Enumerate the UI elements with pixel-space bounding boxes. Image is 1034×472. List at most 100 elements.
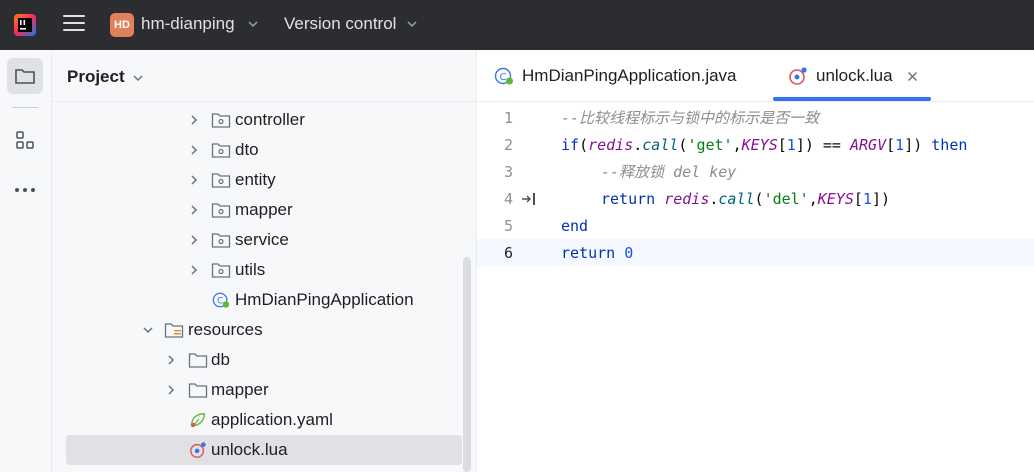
tree-item-label: unlock.lua [211,440,288,459]
tree-item-service[interactable]: service [52,225,476,255]
tab-label: unlock.lua [816,66,893,85]
package-folder-icon [211,233,231,248]
more-tools-button[interactable] [7,172,43,208]
line-number: 6 [503,243,513,262]
tree-item-mapper-package[interactable]: mapper [52,195,476,225]
punctuation: , [732,135,742,154]
tree-item-label: mapper [235,200,293,219]
keyword: end [561,216,589,235]
code-line[interactable]: 4 return redis.call('del',KEYS[1]) [477,185,1034,212]
code-line[interactable]: 3 --释放锁 del key [477,158,1034,185]
chevron-right-icon[interactable] [188,114,200,126]
folder-icon [188,353,208,368]
punctuation: ]) [904,135,932,154]
keyword: return [561,243,616,262]
tree-item-label: mapper [211,380,269,399]
number-literal: 1 [862,189,872,208]
chevron-right-icon[interactable] [188,174,200,186]
project-name-dropdown[interactable]: hm-dianping [141,14,235,34]
project-badge[interactable]: HD [110,13,134,37]
chevron-right-icon[interactable] [188,264,200,276]
project-panel-title[interactable]: Project [67,67,125,87]
chevron-down-icon[interactable] [132,72,144,84]
package-folder-icon [211,113,231,128]
code-line[interactable]: 5 end [477,212,1034,239]
package-folder-icon [211,263,231,278]
identifier: redis [664,189,710,208]
spring-boot-class-icon: C [494,67,513,85]
tree-item-label: controller [235,110,305,129]
version-control-dropdown[interactable]: Version control [284,14,396,34]
chevron-down-icon[interactable] [406,18,418,30]
string-literal: 'del' [763,189,809,208]
chevron-right-icon[interactable] [188,144,200,156]
tree-item-label: dto [235,140,259,159]
chevron-down-icon[interactable] [247,18,259,30]
vertical-scrollbar[interactable] [463,257,471,472]
lua-file-icon [789,67,807,85]
tree-item-resources[interactable]: resources [52,315,476,345]
code-editor[interactable]: 1 --比较线程标示与锁中的标示是否一致 2 if(redis.call('ge… [477,104,1034,472]
line-number: 2 [503,135,513,154]
tree-item-utils[interactable]: utils [52,255,476,285]
svg-text:C: C [217,297,223,307]
more-icon [15,188,35,192]
tree-item-label: utils [235,260,266,279]
folder-icon [188,383,208,398]
package-folder-icon [211,203,231,218]
chevron-right-icon[interactable] [165,354,177,366]
chevron-down-icon[interactable] [142,324,154,336]
tree-item-unlock-lua[interactable]: unlock.lua [66,435,462,465]
tree-item-label: db [211,350,230,369]
lua-file-icon [190,442,206,458]
structure-icon [16,131,34,149]
tree-item-mapper-folder[interactable]: mapper [52,375,476,405]
structure-tool-button[interactable] [7,122,43,158]
tree-item-dto[interactable]: dto [52,135,476,165]
code-text: --释放锁 del key [601,161,736,182]
tree-item-controller[interactable]: controller [52,105,476,135]
tree-item-label: HmDianPingApplication [235,290,414,309]
tree-item-db[interactable]: db [52,345,476,375]
tab-hmdianpingapplication-java[interactable]: C HmDianPingApplication.java [494,50,737,102]
code-text: return redis.call('del',KEYS[1]) [601,190,890,208]
close-icon[interactable] [907,71,918,82]
identifier: KEYS [817,189,854,208]
identifier: ARGV [850,135,887,154]
tree-item-label: entity [235,170,276,189]
tree-item-label: service [235,230,289,249]
project-tool-button[interactable] [7,58,43,94]
spring-boot-class-icon: C [212,292,230,308]
tree-item-hmdianpingapplication[interactable]: C HmDianPingApplication [52,285,476,315]
run-gutter-icon[interactable] [521,192,537,206]
tree-item-entity[interactable]: entity [52,165,476,195]
resources-folder-icon [164,323,184,338]
code-line[interactable]: 2 if(redis.call('get',KEYS[1]) == ARGV[1… [477,131,1034,158]
tree-item-label: resources [188,320,263,339]
active-tab-indicator [773,97,931,101]
intellij-logo-icon[interactable] [13,13,37,37]
tab-unlock-lua[interactable]: unlock.lua [788,50,918,102]
function-name: call [642,135,679,154]
title-bar: HD hm-dianping Version control [0,0,1034,50]
code-line-current[interactable]: 6 return 0 [477,239,1034,266]
punctuation: ]) == [795,135,850,154]
chevron-right-icon[interactable] [188,234,200,246]
number-literal: 1 [786,135,796,154]
chevron-right-icon[interactable] [188,204,200,216]
line-number: 3 [503,162,513,181]
editor-tab-bar: C HmDianPingApplication.java unlock.lua [477,50,1034,102]
code-text: end [561,217,588,235]
punctuation: ( [754,189,764,208]
string-literal: 'get' [687,135,733,154]
project-panel: Project controller dto entity mapper ser… [52,50,477,472]
code-line[interactable]: 1 --比较线程标示与锁中的标示是否一致 [477,104,1034,131]
tree-item-application-yaml[interactable]: application.yaml [52,405,476,435]
comment: --比较线程标示与锁中的标示是否一致 [561,109,820,127]
code-text: --比较线程标示与锁中的标示是否一致 [561,107,819,128]
line-number: 5 [503,216,513,235]
panel-divider [52,101,476,102]
chevron-right-icon[interactable] [165,384,177,396]
folder-icon [15,69,35,84]
main-menu-icon[interactable] [63,15,85,35]
